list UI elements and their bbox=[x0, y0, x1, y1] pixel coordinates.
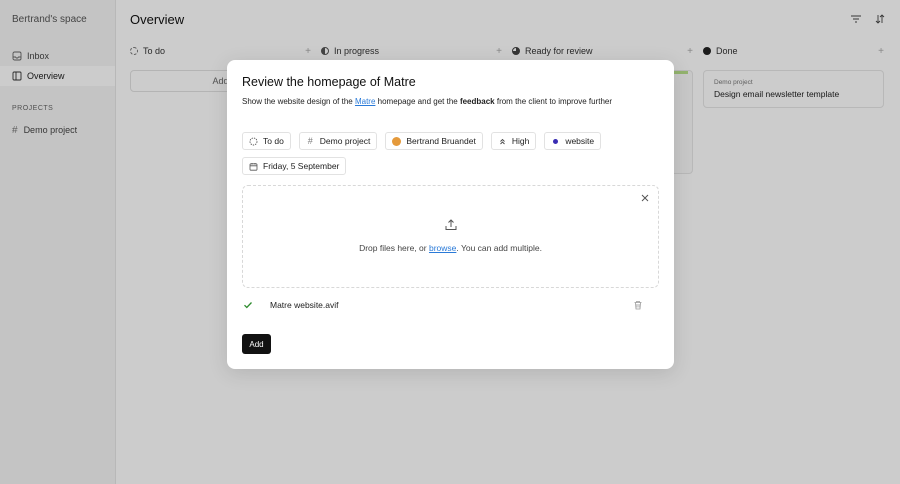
tag-chip[interactable]: website bbox=[544, 132, 602, 150]
project-label: Demo project bbox=[319, 136, 371, 146]
dropzone-text: Drop files here, or browse. You can add … bbox=[243, 243, 658, 253]
modal-title[interactable]: Review the homepage of Matre bbox=[242, 74, 659, 90]
calendar-icon bbox=[249, 162, 258, 171]
browse-link[interactable]: browse bbox=[429, 243, 456, 253]
status-label: To do bbox=[263, 136, 284, 146]
tag-dot-icon bbox=[551, 137, 560, 146]
due-date-chip[interactable]: Friday, 5 September bbox=[242, 157, 347, 175]
todo-circle-icon bbox=[249, 137, 258, 146]
priority-label: High bbox=[511, 136, 530, 146]
project-chip[interactable]: # Demo project bbox=[298, 132, 378, 150]
dropzone-text-1: Drop files here, or bbox=[359, 243, 429, 253]
status-chip[interactable]: To do bbox=[242, 132, 291, 150]
properties-row-2: Friday, 5 September bbox=[242, 157, 659, 175]
dropzone-text-2: . You can add multiple. bbox=[456, 243, 542, 253]
task-modal: Review the homepage of Matre Show the we… bbox=[227, 60, 674, 369]
hash-icon: # bbox=[307, 136, 313, 146]
matre-link[interactable]: Matre bbox=[355, 97, 375, 106]
tag-label: website bbox=[565, 136, 595, 146]
priority-chip[interactable]: High bbox=[490, 132, 537, 150]
check-icon bbox=[243, 300, 253, 310]
desc-bold: feedback bbox=[459, 97, 495, 106]
trash-icon[interactable] bbox=[633, 300, 643, 310]
assignee-chip[interactable]: Bertrand Bruandet bbox=[385, 132, 483, 150]
assignee-label: Bertrand Bruandet bbox=[406, 136, 476, 146]
desc-text: homepage and get the bbox=[375, 97, 460, 106]
chevron-up-double-icon bbox=[498, 137, 507, 146]
modal-description[interactable]: Show the website design of the Matre hom… bbox=[242, 96, 659, 108]
desc-text: from the client to improve further bbox=[494, 97, 613, 106]
properties-row: To do # Demo project Bertrand Bruandet H… bbox=[242, 132, 659, 150]
desc-text: Show the website design of the bbox=[242, 97, 355, 106]
file-dropzone[interactable]: Drop files here, or browse. You can add … bbox=[242, 185, 659, 288]
close-icon[interactable] bbox=[640, 193, 650, 203]
upload-icon bbox=[444, 218, 458, 232]
file-name: Matre website.avif bbox=[270, 300, 339, 310]
date-label: Friday, 5 September bbox=[263, 161, 340, 171]
avatar bbox=[392, 136, 402, 146]
add-button[interactable]: Add bbox=[242, 334, 271, 354]
attached-file-row: Matre website.avif bbox=[242, 296, 659, 314]
